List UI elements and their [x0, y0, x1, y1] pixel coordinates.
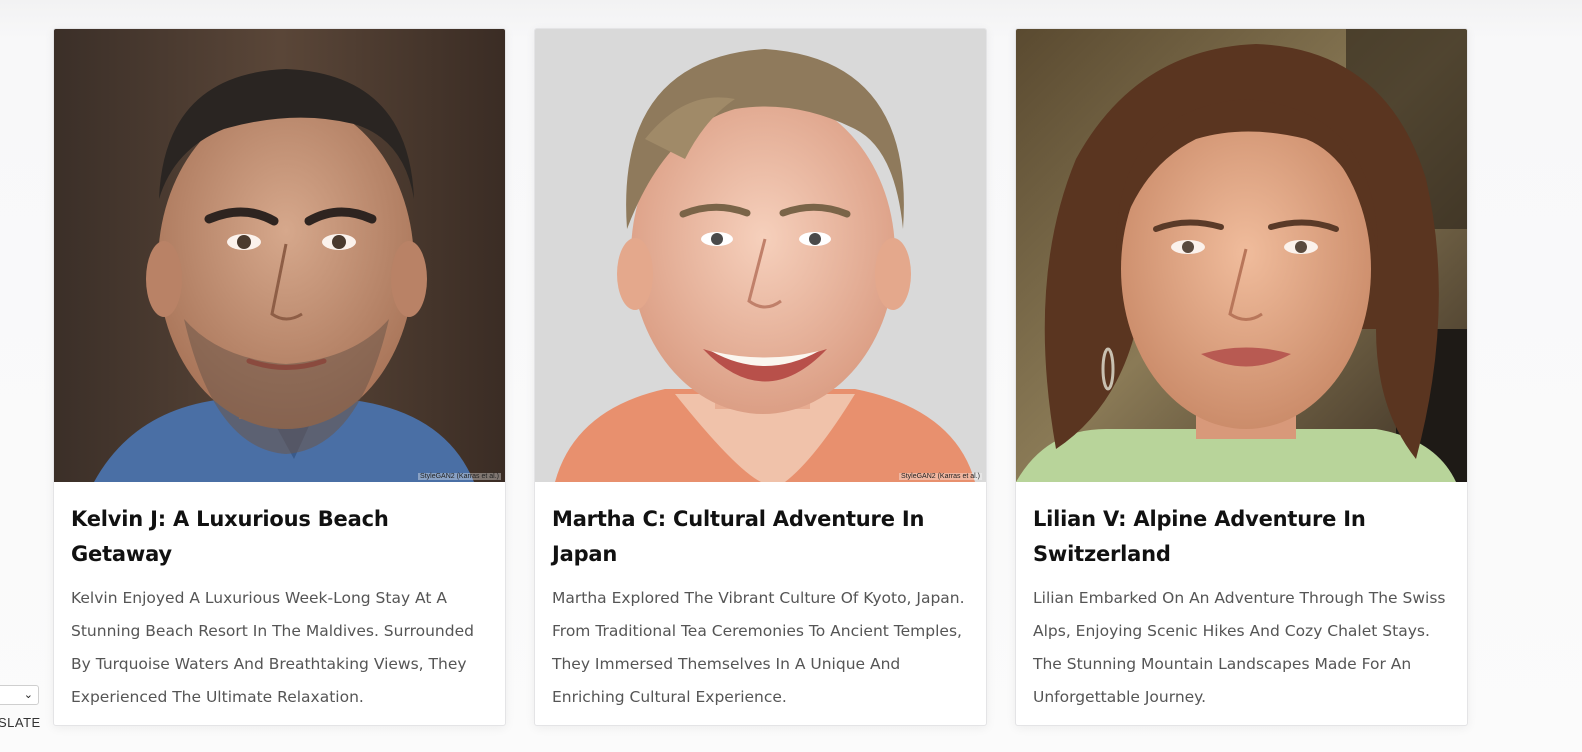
translate-label[interactable]: SLATE [0, 715, 41, 730]
portrait-kelvin [54, 29, 505, 482]
testimonial-description: Kelvin Enjoyed A Luxurious Week-Long Sta… [71, 589, 474, 706]
testimonial-photo-martha: StyleGAN2 (Karras et al.) [535, 29, 986, 482]
image-credit: StyleGAN2 (Karras et al.) [418, 473, 501, 480]
language-select[interactable]: ⌄ [0, 685, 39, 705]
testimonial-title: Lilian V: Alpine Adventure In Switzerlan… [1033, 507, 1366, 566]
testimonial-card-kelvin[interactable]: StyleGAN2 (Karras et al.) Kelvin J: A Lu… [53, 28, 506, 726]
testimonial-card-martha[interactable]: StyleGAN2 (Karras et al.) Martha C: Cult… [534, 28, 987, 726]
testimonial-cards: StyleGAN2 (Karras et al.) Kelvin J: A Lu… [53, 28, 1483, 726]
image-credit: StyleGAN2 (Karras et al.) [899, 473, 982, 480]
chevron-down-icon: ⌄ [23, 688, 33, 701]
testimonial-description: Lilian Embarked On An Adventure Through … [1033, 589, 1446, 706]
portrait-martha [535, 29, 986, 482]
testimonial-photo-kelvin: StyleGAN2 (Karras et al.) [54, 29, 505, 482]
testimonial-title: Martha C: Cultural Adventure In Japan [552, 507, 925, 566]
testimonial-card-lilian[interactable]: Lilian V: Alpine Adventure In Switzerlan… [1015, 28, 1468, 726]
testimonial-photo-lilian [1016, 29, 1467, 482]
testimonial-description: Martha Explored The Vibrant Culture Of K… [552, 589, 965, 706]
portrait-lilian [1016, 29, 1467, 482]
testimonial-title: Kelvin J: A Luxurious Beach Getaway [71, 507, 389, 566]
